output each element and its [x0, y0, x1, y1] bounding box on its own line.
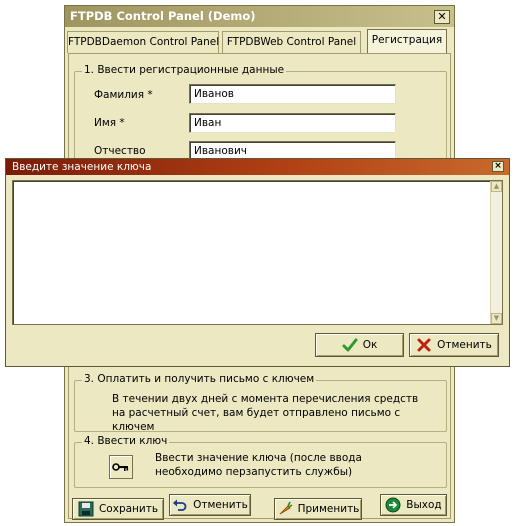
tab-ftpdbweb[interactable]: FTPDBWeb Control Panel [222, 31, 361, 53]
window-title: FTPDB Control Panel (Demo) [70, 9, 256, 23]
ok-button[interactable]: Ок [315, 333, 404, 357]
dialog-scrollbar[interactable]: ▲ ▼ [490, 181, 502, 324]
enter-key-legend: 4. Ввести ключ [82, 435, 170, 447]
undo-icon [172, 497, 188, 513]
enter-key-text: Ввести значение ключа (после ввода необх… [155, 452, 362, 478]
exit-icon [385, 497, 401, 513]
x-icon [416, 337, 432, 353]
tab-registration[interactable]: Регистрация [367, 29, 447, 53]
window-close-button[interactable]: ✕ [434, 10, 450, 24]
floppy-icon [78, 501, 94, 517]
tab-strip: FTPDBDaemon Control Panel FTPDBWeb Contr… [65, 27, 454, 53]
apply-button[interactable]: Применить [274, 498, 362, 520]
registration-data-legend: 1. Ввести регистрационные данные [82, 64, 287, 76]
dialog-cancel-button[interactable]: Отменить [409, 333, 499, 357]
save-button[interactable]: Сохранить [72, 498, 164, 520]
exit-button[interactable]: Выход [380, 494, 447, 516]
dialog-close-button[interactable]: × [492, 161, 504, 172]
dialog-titlebar[interactable]: Введите значение ключа × [6, 159, 509, 175]
payment-text: В течении двух дней с момента перечислен… [112, 393, 419, 433]
patronymic-label: Отчество [94, 145, 146, 157]
enter-key-group: 4. Ввести ключ Ввести значение ключа (по… [74, 435, 447, 488]
apply-label: Применить [297, 503, 360, 515]
surname-field[interactable]: Иванов [189, 84, 396, 104]
payment-legend: 3. Оплатить и получить письмо с ключем [82, 373, 317, 385]
cancel-main-label: Отменить [193, 499, 248, 511]
checkmark-icon [342, 337, 358, 353]
key-icon [112, 463, 129, 471]
main-titlebar[interactable]: FTPDB Control Panel (Demo) ✕ [65, 6, 454, 27]
cancel-main-button[interactable]: Отменить [169, 494, 251, 516]
key-value-textarea[interactable]: ▲ ▼ [12, 180, 503, 325]
name-label: Имя * [94, 117, 125, 129]
ok-label: Ок [362, 339, 378, 351]
exit-label: Выход [406, 499, 442, 511]
enter-key-button[interactable] [109, 455, 133, 479]
scroll-up-arrow-icon[interactable]: ▲ [491, 181, 502, 192]
save-label: Сохранить [98, 503, 159, 515]
payment-group: 3. Оплатить и получить письмо с ключем В… [74, 373, 447, 433]
tab-ftpdbdaemon[interactable]: FTPDBDaemon Control Panel [67, 31, 219, 53]
dialog-title: Введите значение ключа [12, 161, 152, 173]
key-dialog: Введите значение ключа × ▲ ▼ Ок Отменить [5, 158, 510, 367]
dialog-cancel-label: Отменить [437, 339, 492, 351]
surname-label: Фамилия * [94, 89, 153, 101]
carrot-icon [277, 501, 293, 517]
scroll-down-arrow-icon[interactable]: ▼ [491, 313, 502, 324]
name-field[interactable]: Иван [189, 113, 396, 133]
